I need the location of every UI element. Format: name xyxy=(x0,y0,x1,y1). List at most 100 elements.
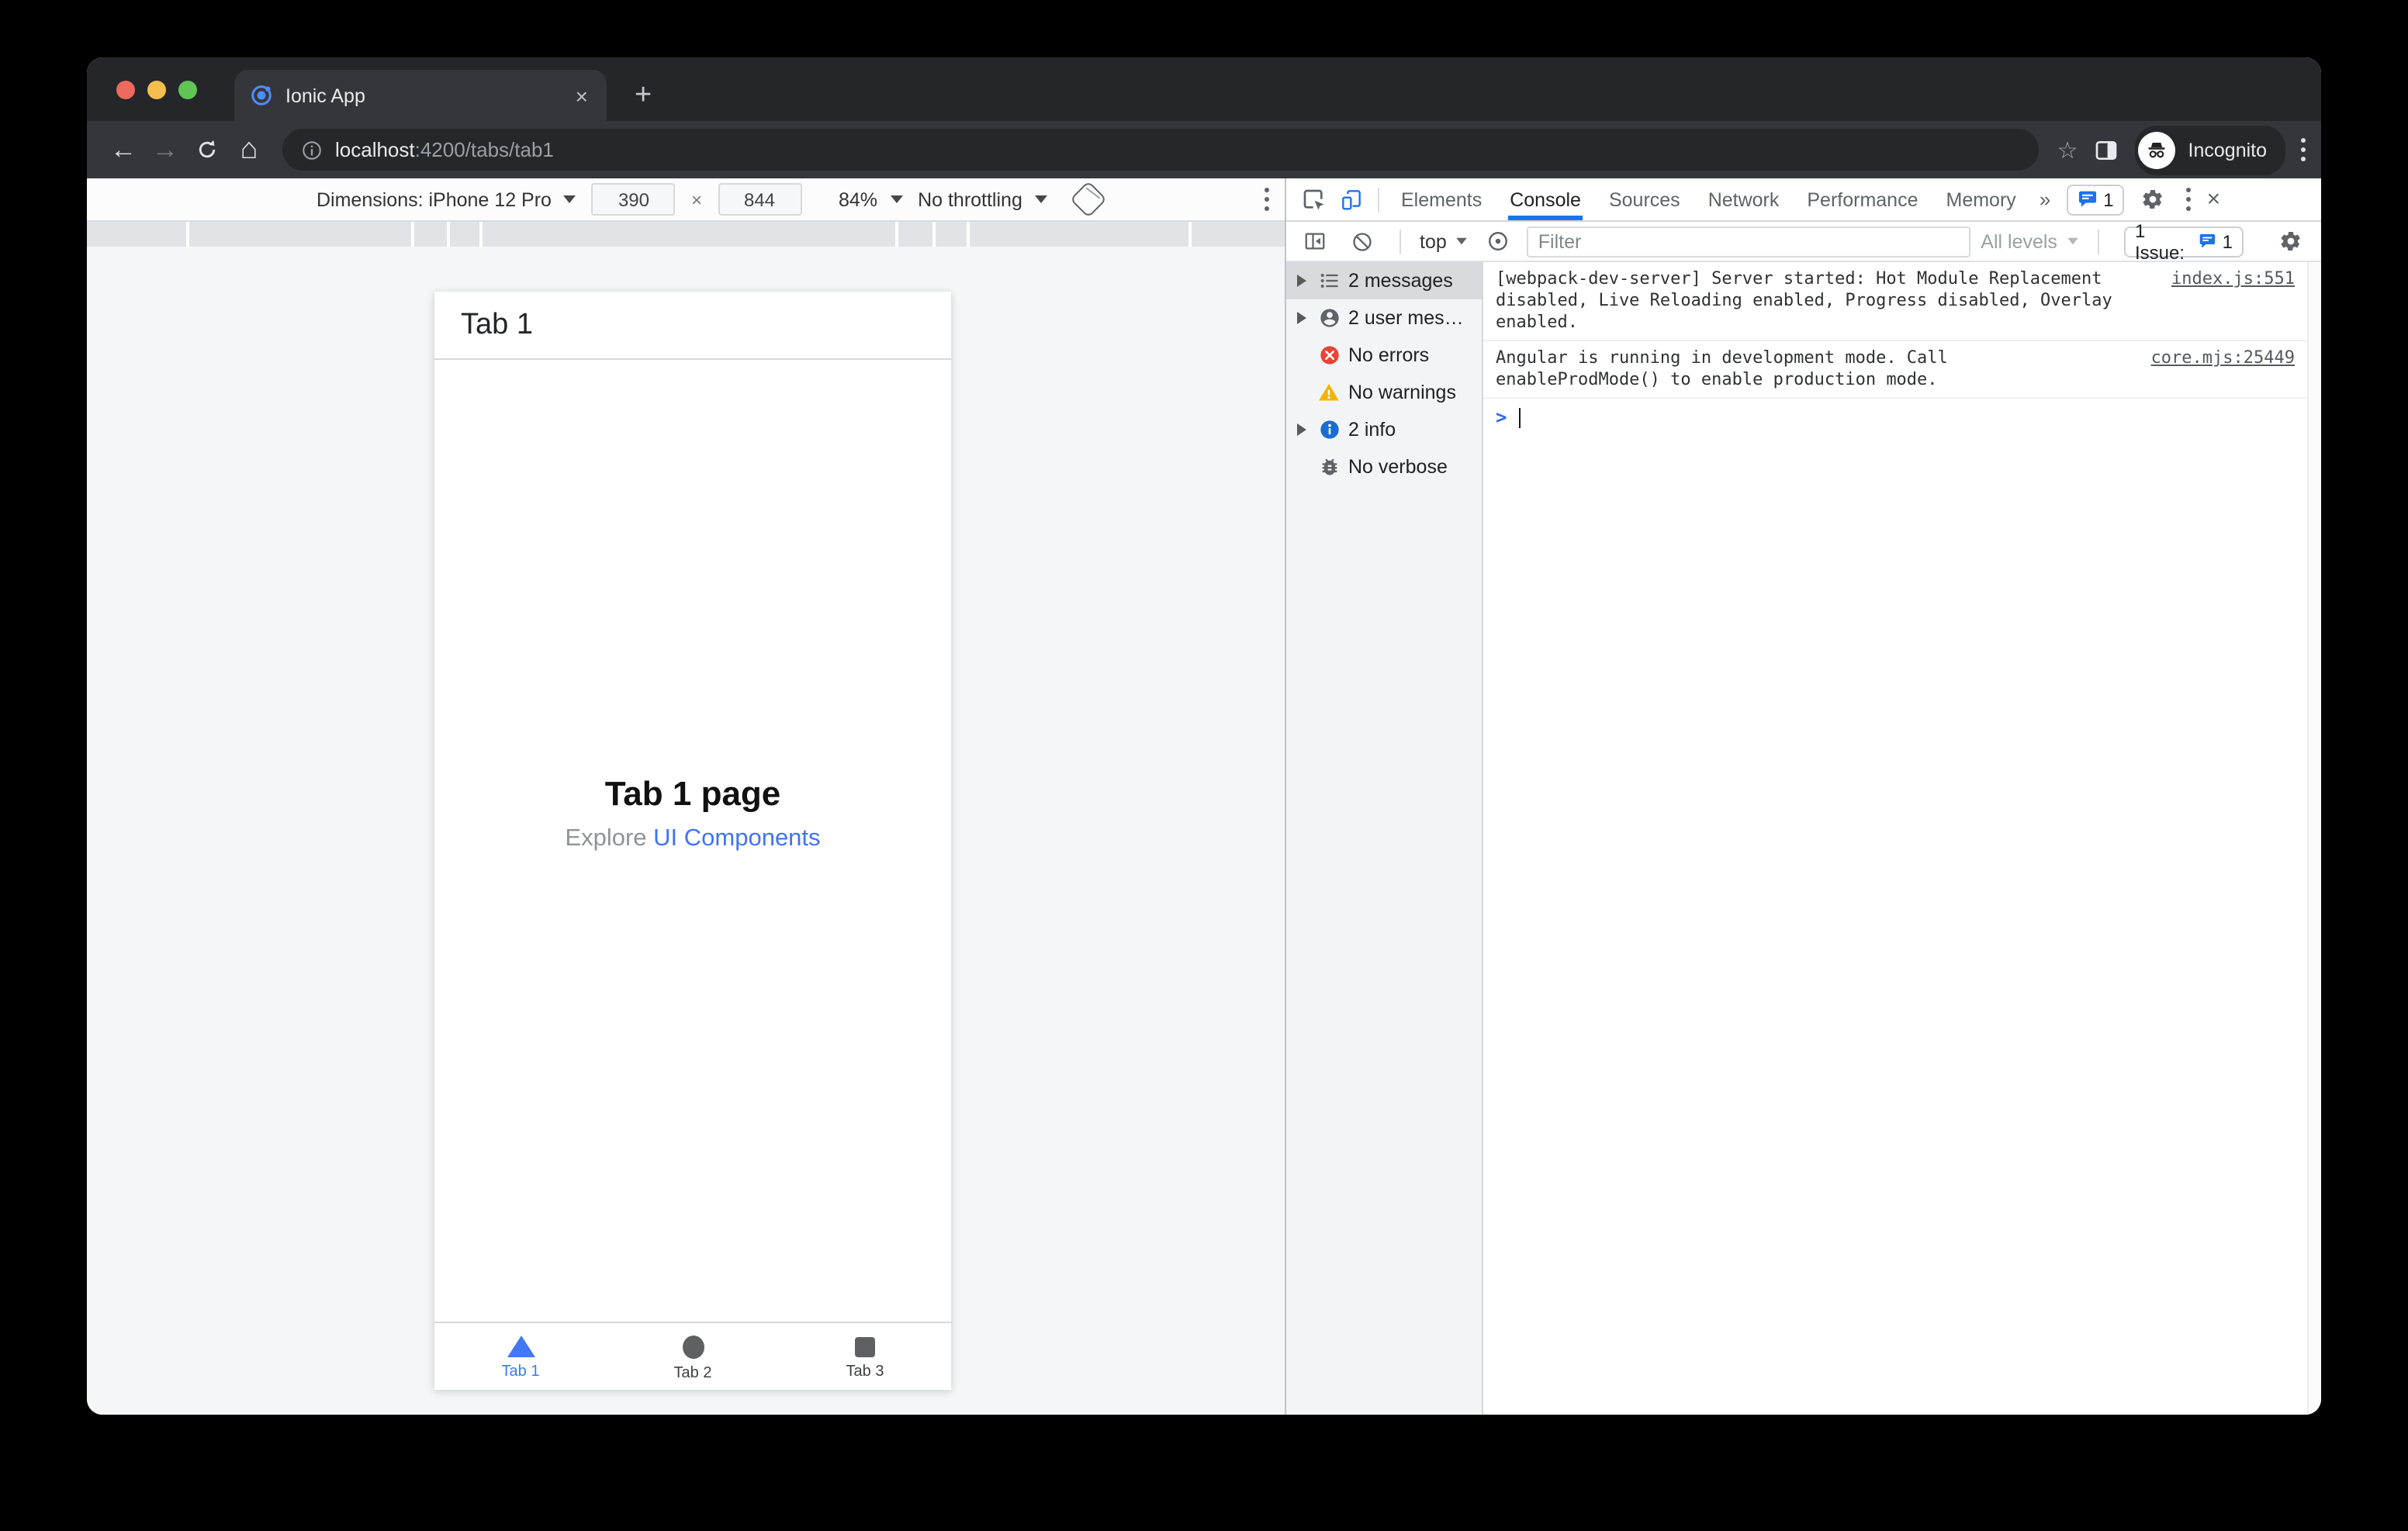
sidebar-item-all-messages[interactable]: 2 messages xyxy=(1286,262,1482,299)
profile-badge[interactable]: Incognito xyxy=(2135,125,2285,175)
expander-icon[interactable] xyxy=(1294,312,1310,324)
rotate-device-icon[interactable] xyxy=(1069,180,1107,219)
console-prompt[interactable]: > xyxy=(1483,399,2307,436)
console-scrollbar[interactable] xyxy=(2307,262,2321,1415)
tab-title: Ionic App xyxy=(285,85,365,106)
caret-down-icon xyxy=(890,195,903,203)
user-icon xyxy=(1317,306,1341,330)
app-tab-label: Tab 3 xyxy=(846,1363,884,1380)
more-tabs-icon[interactable]: » xyxy=(2030,188,2060,211)
side-panel-icon[interactable] xyxy=(2094,137,2120,162)
devtools-menu-icon[interactable] xyxy=(2186,188,2192,211)
app-content: Tab 1 page Explore UI Components xyxy=(434,360,951,1322)
window-controls xyxy=(87,57,197,121)
ionic-favicon-icon xyxy=(250,84,273,107)
execution-context-select[interactable]: top xyxy=(1420,230,1469,252)
app-tab-1[interactable]: Tab 1 xyxy=(434,1323,607,1390)
sidebar-item-label: No warnings xyxy=(1348,382,1456,403)
tab-close-icon[interactable]: × xyxy=(569,81,594,109)
zoom-select[interactable]: 84% xyxy=(839,188,903,210)
zoom-window-button[interactable] xyxy=(178,80,197,98)
sidebar-item-info[interactable]: 2 info xyxy=(1286,411,1482,448)
error-icon xyxy=(1317,344,1341,367)
home-icon[interactable]: ⌂ xyxy=(228,129,270,171)
issues-badge[interactable]: 1 xyxy=(2066,184,2125,215)
app-tab-2[interactable]: Tab 2 xyxy=(607,1323,779,1390)
console-sidebar-toggle-icon[interactable] xyxy=(1296,223,1333,260)
bug-icon xyxy=(1317,455,1341,479)
console-message: Angular is running in development mode. … xyxy=(1483,341,2307,399)
devtools-tab-elements[interactable]: Elements xyxy=(1387,178,1496,220)
devtools-tab-bar: Elements Console Sources Network Perform… xyxy=(1286,178,2321,222)
devtools-tab-performance[interactable]: Performance xyxy=(1793,178,1932,220)
media-query-bar[interactable] xyxy=(87,222,1285,247)
sidebar-item-label: No errors xyxy=(1348,344,1430,366)
ui-components-link[interactable]: UI Components xyxy=(653,824,820,851)
browser-tab-ionic-app[interactable]: Ionic App × xyxy=(234,70,607,121)
inspect-element-icon[interactable] xyxy=(1296,181,1333,218)
throttling-select[interactable]: No throttling xyxy=(918,188,1047,210)
app-header: Tab 1 xyxy=(434,292,951,360)
eye-icon[interactable] xyxy=(1479,223,1517,260)
console-settings-icon[interactable] xyxy=(2271,223,2309,260)
devtools-tab-sources[interactable]: Sources xyxy=(1595,178,1694,220)
devtools-tab-console[interactable]: Console xyxy=(1496,178,1595,220)
sidebar-item-errors[interactable]: No errors xyxy=(1286,337,1482,374)
clear-console-icon[interactable] xyxy=(1344,223,1381,260)
console-message-text: [webpack-dev-server] Server started: Hot… xyxy=(1496,268,2112,332)
caret-down-icon xyxy=(1456,237,1468,245)
info-icon xyxy=(1317,418,1341,441)
levels-label: All levels xyxy=(1981,230,2057,252)
issues-counter-button[interactable]: 1 Issue: 1 xyxy=(2123,219,2244,263)
url-host: localhost xyxy=(335,137,415,161)
reload-icon[interactable] xyxy=(186,129,228,171)
device-height-input[interactable] xyxy=(718,183,801,216)
app-tab-3[interactable]: Tab 3 xyxy=(779,1323,951,1390)
caret-down-icon xyxy=(563,195,576,203)
console-messages: [webpack-dev-server] Server started: Hot… xyxy=(1483,262,2307,1415)
browser-menu-icon[interactable] xyxy=(2301,138,2306,161)
close-window-button[interactable] xyxy=(116,80,135,98)
sidebar-item-verbose[interactable]: No verbose xyxy=(1286,448,1482,486)
device-toolbar-menu-icon[interactable] xyxy=(1265,188,1285,211)
console-source-link[interactable]: core.mjs:25449 xyxy=(2151,347,2295,391)
devtools-tab-memory[interactable]: Memory xyxy=(1932,178,2030,220)
sidebar-item-label: 2 user mes… xyxy=(1348,307,1464,329)
new-tab-button[interactable]: + xyxy=(625,81,661,110)
sidebar-item-warnings[interactable]: No warnings xyxy=(1286,374,1482,411)
text-cursor xyxy=(1519,407,1521,427)
console-toolbar: top All levels xyxy=(1286,219,2321,263)
devtools-settings-icon[interactable] xyxy=(2134,181,2171,218)
address-bar[interactable]: localhost:4200/tabs/tab1 xyxy=(282,129,2039,171)
dimensions-times: × xyxy=(690,188,702,210)
screen: Ionic App × + ← → ⌂ localhost:4200/tabs/… xyxy=(0,0,2408,1531)
app-tab-label: Tab 1 xyxy=(501,1363,540,1381)
console-source-link[interactable]: index.js:551 xyxy=(2171,268,2295,334)
console-message: [webpack-dev-server] Server started: Hot… xyxy=(1483,262,2307,341)
app-page-title: Tab 1 page xyxy=(604,773,781,813)
zoom-value: 84% xyxy=(839,188,878,210)
device-emulation-pane: Dimensions: iPhone 12 Pro × 84% No throt… xyxy=(87,178,1285,1415)
site-info-icon[interactable] xyxy=(301,139,323,161)
browser-toolbar: ← → ⌂ localhost:4200/tabs/tab1 ☆ Incogni… xyxy=(87,121,2321,178)
console-filter-input[interactable] xyxy=(1527,226,1970,257)
expander-icon[interactable] xyxy=(1294,423,1310,436)
devtools-close-icon[interactable]: × xyxy=(2207,186,2221,213)
toggle-device-toolbar-icon[interactable] xyxy=(1333,181,1370,218)
device-width-input[interactable] xyxy=(591,183,676,216)
throttling-value: No throttling xyxy=(918,188,1022,210)
bookmark-star-icon[interactable]: ☆ xyxy=(2057,136,2078,164)
back-icon[interactable]: ← xyxy=(102,129,144,171)
log-levels-select[interactable]: All levels xyxy=(1981,230,2079,252)
minimize-window-button[interactable] xyxy=(147,80,166,98)
caret-down-icon xyxy=(1034,195,1047,203)
console-message-text: Angular is running in development mode. … xyxy=(1496,347,1948,389)
devtools-tab-network[interactable]: Network xyxy=(1694,178,1794,220)
device-toolbar: Dimensions: iPhone 12 Pro × 84% No throt… xyxy=(87,178,1285,222)
app-tab-bar: Tab 1 Tab 2 Tab 3 xyxy=(434,1322,951,1390)
device-select[interactable]: Dimensions: iPhone 12 Pro xyxy=(317,188,576,210)
expander-icon[interactable] xyxy=(1294,275,1310,287)
sidebar-item-user-messages[interactable]: 2 user mes… xyxy=(1286,299,1482,337)
forward-icon[interactable]: → xyxy=(144,129,186,171)
device-frame: Tab 1 Tab 1 page Explore UI Components T… xyxy=(434,292,951,1390)
